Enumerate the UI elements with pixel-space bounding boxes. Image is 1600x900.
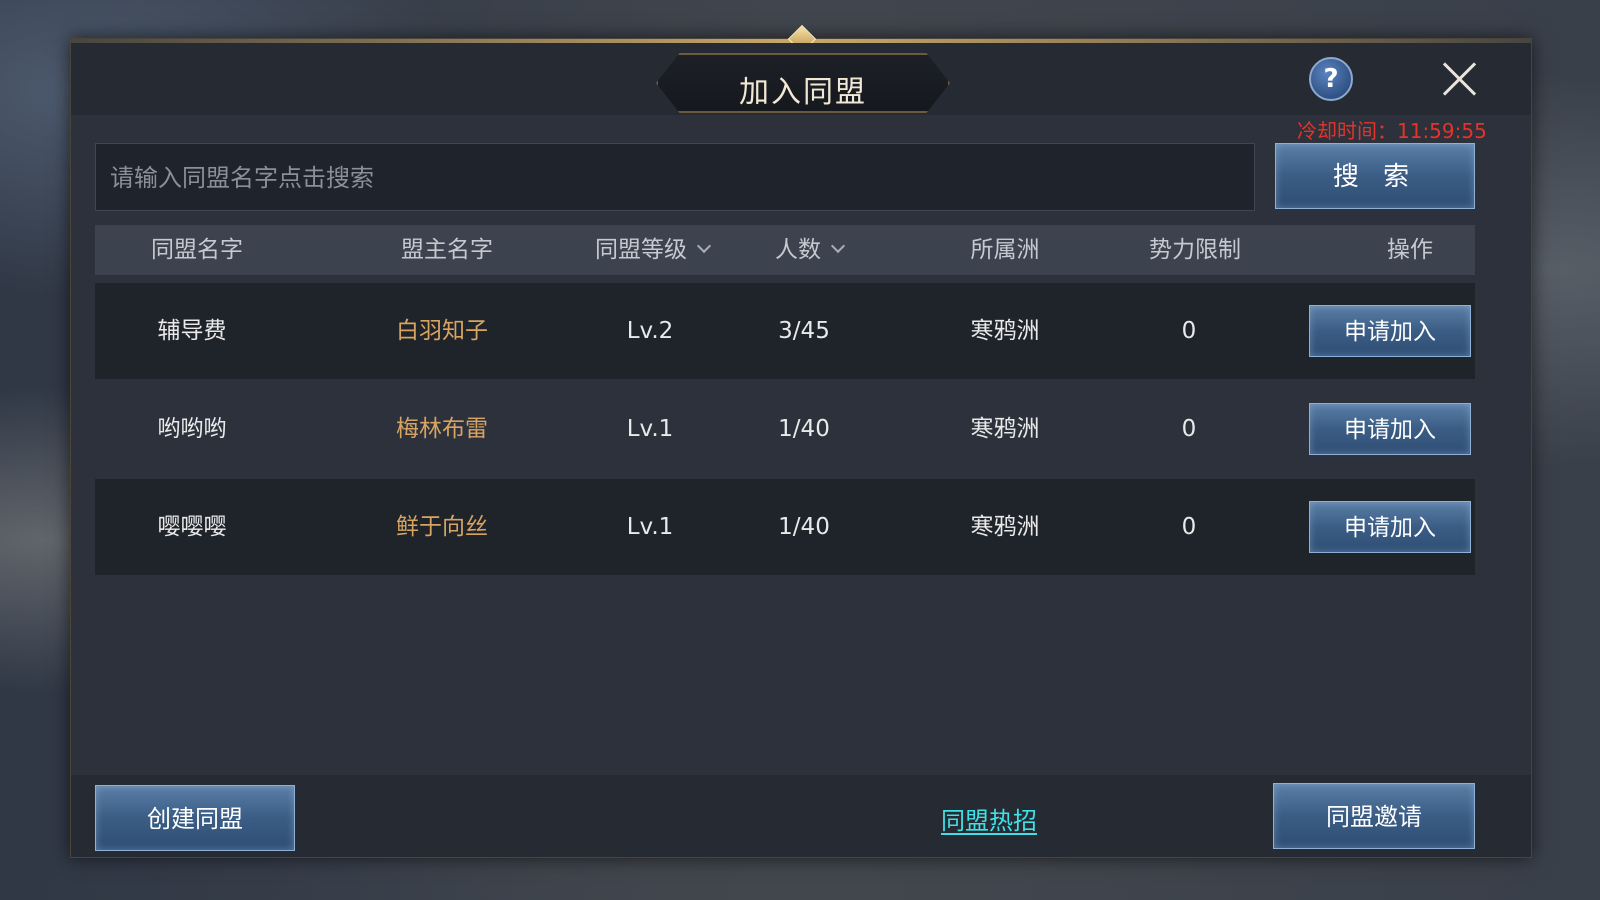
leader-name: 梅林布雷 (396, 416, 488, 442)
leader-name: 白羽知子 (396, 318, 488, 344)
continent: 寒鸦洲 (970, 514, 1040, 540)
faction-limit: 0 (1181, 318, 1197, 344)
leader-name: 鲜于向丝 (396, 514, 488, 540)
alliance-invite-button[interactable]: 同盟邀请 (1273, 783, 1475, 849)
title-plate: 加入同盟 (656, 53, 950, 113)
alliance-recruit-link[interactable]: 同盟热招 (941, 801, 1037, 836)
dialog-title: 加入同盟 (739, 75, 867, 110)
member-count: 1/40 (778, 416, 830, 442)
dialog-footer: 创建同盟 同盟热招 同盟邀请 (71, 775, 1531, 857)
join-alliance-dialog: 加入同盟 ? 冷却时间：11:59:55 请输入同盟名字点击搜索 搜 索 同盟名… (70, 24, 1532, 858)
alliance-name: 嘤嘤嘤 (157, 514, 227, 540)
continent: 寒鸦洲 (970, 416, 1040, 442)
faction-limit: 0 (1181, 514, 1197, 540)
header-continent: 所属洲 (970, 237, 1040, 263)
header-action: 操作 (1387, 237, 1433, 263)
chevron-down-icon (696, 238, 712, 254)
create-alliance-button[interactable]: 创建同盟 (95, 785, 295, 851)
faction-limit: 0 (1181, 416, 1197, 442)
table-row: 辅导费 白羽知子 Lv.2 3/45 寒鸦洲 0 申请加入 (95, 283, 1475, 379)
continent: 寒鸦洲 (970, 318, 1040, 344)
header-alliance-name: 同盟名字 (151, 237, 243, 263)
header-member-count[interactable]: 人数 (775, 225, 885, 275)
alliance-name: 哟哟哟 (157, 416, 227, 442)
header-members-label: 人数 (775, 237, 821, 263)
member-count: 1/40 (778, 514, 830, 540)
search-button[interactable]: 搜 索 (1275, 143, 1475, 209)
cooldown-timer: 冷却时间：11:59:55 (1297, 119, 1487, 143)
alliance-name: 辅导费 (157, 318, 227, 344)
header-alliance-level[interactable]: 同盟等级 (595, 225, 725, 275)
apply-join-button[interactable]: 申请加入 (1309, 501, 1471, 553)
member-count: 3/45 (778, 318, 830, 344)
header-leader-name: 盟主名字 (401, 237, 493, 263)
alliance-level: Lv.1 (626, 514, 674, 540)
header-faction-limit: 势力限制 (1149, 237, 1241, 263)
table-row: 嘤嘤嘤 鲜于向丝 Lv.1 1/40 寒鸦洲 0 申请加入 (95, 479, 1475, 575)
header-level-label: 同盟等级 (595, 237, 687, 263)
search-input[interactable]: 请输入同盟名字点击搜索 (95, 143, 1255, 211)
dialog-header: 加入同盟 ? (71, 43, 1531, 115)
close-icon[interactable] (1439, 59, 1479, 99)
table-row: 哟哟哟 梅林布雷 Lv.1 1/40 寒鸦洲 0 申请加入 (95, 381, 1475, 477)
apply-join-button[interactable]: 申请加入 (1309, 403, 1471, 455)
alliance-level: Lv.1 (626, 416, 674, 442)
chevron-down-icon (830, 238, 846, 254)
help-icon[interactable]: ? (1309, 57, 1353, 101)
alliance-level: Lv.2 (626, 318, 674, 344)
table-header: 同盟名字 盟主名字 同盟等级 人数 所属洲 势力限制 操作 (95, 225, 1475, 275)
apply-join-button[interactable]: 申请加入 (1309, 305, 1471, 357)
